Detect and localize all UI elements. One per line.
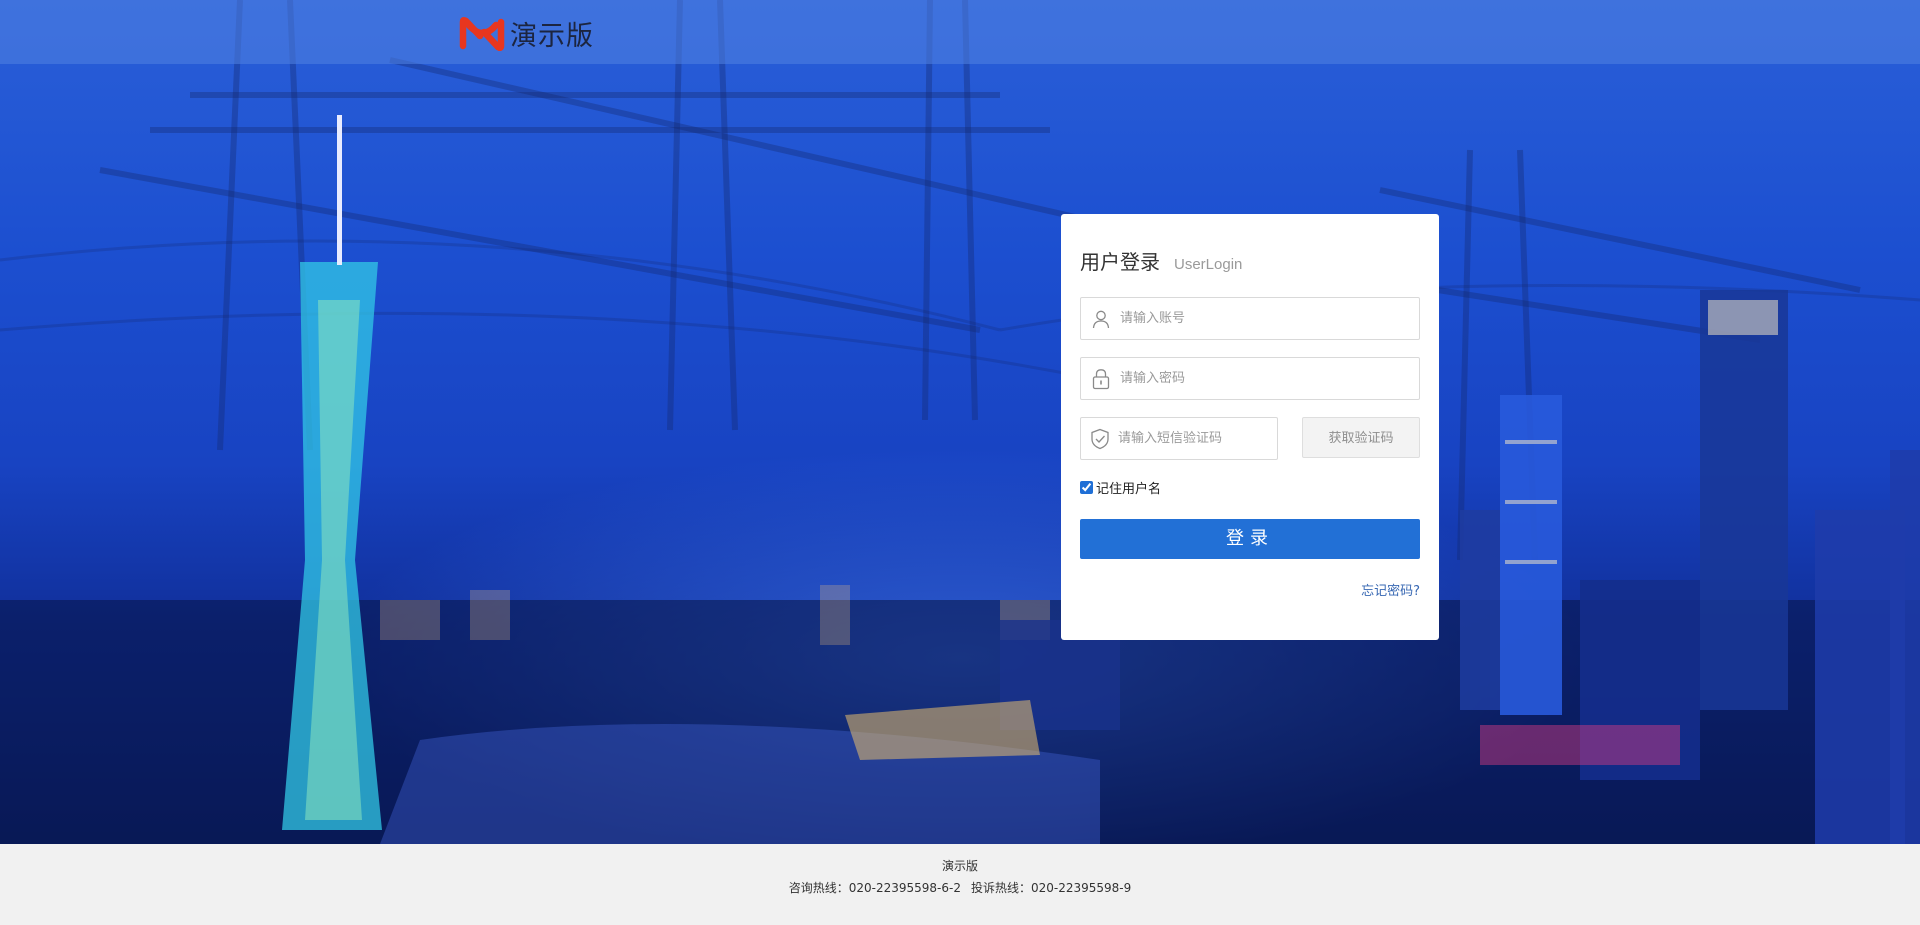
username-field[interactable] xyxy=(1080,297,1420,340)
login-button[interactable]: 登录 xyxy=(1080,519,1420,559)
footer: 演示版 咨询热线：020-22395598-6-2 投诉热线：020-223955… xyxy=(0,844,1920,925)
brand-name: 演示版 xyxy=(510,21,594,52)
footer-hotlines: 咨询热线：020-22395598-6-2 投诉热线：020-22395598-9 xyxy=(0,879,1920,896)
password-field[interactable] xyxy=(1080,357,1420,400)
get-sms-code-button[interactable]: 获取验证码 xyxy=(1302,417,1420,458)
complaint-hotline: 投诉热线：020-22395598-9 xyxy=(970,881,1132,895)
login-title: 用户登录 xyxy=(1080,250,1160,274)
remember-username-label: 记住用户名 xyxy=(1096,482,1162,497)
login-card: 用户登录 UserLogin 获取验证 xyxy=(1061,214,1439,640)
remember-username[interactable]: 记住用户名 xyxy=(1080,478,1161,497)
shield-check-icon xyxy=(1090,428,1110,450)
cityscape-illustration xyxy=(0,0,1920,844)
user-icon xyxy=(1090,308,1112,330)
forgot-password-link[interactable]: 忘记密码? xyxy=(1361,580,1420,599)
lock-icon xyxy=(1090,368,1112,390)
sms-code-field[interactable] xyxy=(1080,417,1288,460)
background-cityscape xyxy=(0,0,1920,844)
footer-brand: 演示版 xyxy=(941,859,978,873)
login-card-title: 用户登录 UserLogin xyxy=(1080,246,1242,275)
username-input[interactable] xyxy=(1120,298,1419,339)
consult-hotline: 咨询热线：020-22395598-6-2 xyxy=(788,881,961,895)
password-input[interactable] xyxy=(1120,358,1419,399)
login-subtitle: UserLogin xyxy=(1174,256,1243,273)
sms-code-input[interactable] xyxy=(1118,418,1288,459)
top-header: 演示版 xyxy=(0,0,1920,64)
brand[interactable]: 演示版 xyxy=(458,14,594,53)
remember-username-checkbox[interactable] xyxy=(1080,481,1093,494)
brand-logo-icon xyxy=(459,16,505,51)
